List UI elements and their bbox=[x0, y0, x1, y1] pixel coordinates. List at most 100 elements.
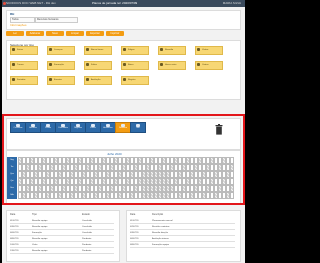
tile-icon bbox=[12, 63, 15, 66]
type-tile[interactable]: Avaliação bbox=[84, 76, 112, 85]
tile-label: Folgas bbox=[128, 49, 135, 51]
table-row[interactable]: 08/07/20 Formação equipa bbox=[130, 243, 235, 248]
table-row[interactable]: 06/07/20 Avaliação interna bbox=[130, 237, 235, 242]
tab-label: Faltas bbox=[90, 127, 96, 129]
col-header: Data bbox=[130, 213, 136, 216]
table-cell: Concluído bbox=[82, 232, 92, 234]
calendar-row-label: Sex bbox=[7, 185, 17, 192]
calendar-cell[interactable] bbox=[230, 192, 234, 199]
tile-label: Formação bbox=[54, 64, 64, 66]
tab[interactable]: Horários bbox=[25, 122, 41, 133]
tile-icon bbox=[197, 63, 200, 66]
add-button[interactable]: Adicionar bbox=[26, 31, 44, 36]
type-tile[interactable]: Turnos bbox=[10, 61, 38, 70]
tile-label: Turnos bbox=[17, 64, 24, 66]
tile-label: Horas extra bbox=[165, 64, 177, 66]
tab[interactable]: Registos bbox=[70, 122, 86, 133]
tab-label: Horários bbox=[29, 127, 37, 129]
calendar-row-label: Ter bbox=[7, 164, 17, 171]
tab[interactable]: Ausências bbox=[100, 122, 116, 133]
tab-label: Contratos bbox=[13, 127, 23, 129]
tile-icon bbox=[86, 48, 89, 51]
type-tile[interactable]: Eventos bbox=[47, 76, 75, 85]
tab[interactable]: Sair bbox=[130, 122, 146, 133]
tile-label: Férias bbox=[17, 49, 24, 51]
type-tile[interactable]: Faltas bbox=[84, 61, 112, 70]
table-cell: 03/07/20 bbox=[10, 226, 19, 228]
table-row[interactable]: 13/07/20 Reunião equipa Pendente bbox=[10, 249, 114, 254]
tile-icon bbox=[86, 63, 89, 66]
filters-panel: RH Todos Recursos humanos Informações bbox=[6, 10, 241, 30]
read-button[interactable]: Ler bbox=[6, 31, 24, 36]
table-cell: Reunião equipa bbox=[32, 220, 48, 222]
table-row[interactable]: 06/07/20 Formação Concluído bbox=[10, 231, 114, 236]
type-tile[interactable]: Banco horas bbox=[84, 46, 112, 55]
table-row[interactable]: 03/07/20 Reunião direção bbox=[130, 231, 235, 236]
tab-label: Sair bbox=[136, 127, 140, 129]
tile-label: Feriados bbox=[17, 79, 26, 81]
table-row[interactable]: 03/07/20 Reunião equipa Concluído bbox=[10, 225, 114, 230]
type-tile[interactable]: Registo bbox=[121, 76, 149, 85]
table-row[interactable]: 10/07/20 Visita Pendente bbox=[10, 243, 114, 248]
links-title: Informações bbox=[10, 23, 27, 27]
type-tile[interactable]: Feriados bbox=[10, 76, 38, 85]
top-bar: SCODOCS DOC WEB NET - RH dev Planos de j… bbox=[2, 0, 245, 7]
type-tile[interactable]: Horas extra bbox=[158, 61, 186, 70]
new-button[interactable]: Novo bbox=[46, 31, 64, 36]
tile-icon bbox=[160, 63, 163, 66]
calendar-cell[interactable] bbox=[230, 164, 234, 171]
print-button[interactable]: Imprimir bbox=[106, 31, 124, 36]
type-tile[interactable]: Formação bbox=[47, 61, 75, 70]
clear-button[interactable]: Limpar bbox=[66, 31, 84, 36]
export-button[interactable]: Exportar bbox=[86, 31, 104, 36]
table-row[interactable]: 08/07/20 Reunião equipa Pendente bbox=[10, 237, 114, 242]
table-row[interactable]: 02/07/20 Revisão contratos bbox=[130, 225, 235, 230]
type-tile[interactable]: Visitas bbox=[195, 46, 223, 55]
type-tile[interactable]: Férias bbox=[10, 46, 38, 55]
tab[interactable]: Planos bbox=[40, 122, 56, 133]
page-title: Planos de jornada ref. 2020/07/09 bbox=[92, 1, 138, 5]
tile-label: Outros bbox=[202, 64, 209, 66]
table-cell: Visita bbox=[32, 244, 38, 246]
tab[interactable]: Calendário bbox=[55, 122, 71, 133]
type-tile[interactable]: Licenças bbox=[47, 46, 75, 55]
section-title: RH bbox=[10, 12, 15, 16]
table-cell: 01/07/20 bbox=[130, 220, 139, 222]
tile-icon bbox=[12, 78, 15, 81]
calendar-row-label: Qui bbox=[7, 178, 17, 185]
table-cell: 03/07/20 bbox=[130, 232, 139, 234]
table-cell: 08/07/20 bbox=[10, 238, 19, 240]
calendar-nav[interactable]: Julho 2020 bbox=[107, 152, 122, 156]
area-field[interactable]: Recursos humanos bbox=[35, 17, 78, 23]
tile-icon bbox=[123, 63, 126, 66]
table-row[interactable]: 01/07/20 Reunião equipa Concluído bbox=[10, 219, 114, 224]
tile-icon bbox=[49, 48, 52, 51]
table-cell: Concluído bbox=[82, 220, 92, 222]
calendar-row-label: Sáb bbox=[7, 192, 17, 199]
breadcrumb: SCODOCS DOC WEB NET - RH dev bbox=[6, 1, 56, 5]
tile-icon bbox=[123, 78, 126, 81]
type-tile[interactable]: Baixa bbox=[121, 61, 149, 70]
table-cell: Planeamento mensal bbox=[152, 220, 173, 222]
table-cell: Pendente bbox=[82, 244, 92, 246]
app-page: SCODOCS DOC WEB NET - RH dev Planos de j… bbox=[2, 0, 245, 263]
calendar-cell[interactable] bbox=[230, 157, 234, 164]
table-cell: Avaliação interna bbox=[152, 238, 169, 240]
tab[interactable]: Contratos bbox=[10, 122, 26, 133]
table-cell: Reunião equipa bbox=[32, 226, 48, 228]
table-cell: 06/07/20 bbox=[10, 232, 19, 234]
tile-icon bbox=[49, 63, 52, 66]
tab[interactable]: Faltas bbox=[85, 122, 101, 133]
trash-icon[interactable] bbox=[215, 122, 223, 135]
notes-table: Data Descrição 01/07/20 Planeamento mensa… bbox=[126, 210, 241, 262]
table-row[interactable]: 01/07/20 Planeamento mensal bbox=[130, 219, 235, 224]
type-tile[interactable]: Outros bbox=[195, 61, 223, 70]
calendar-cell[interactable] bbox=[230, 171, 234, 178]
calendar-cell[interactable] bbox=[230, 178, 234, 185]
type-tile[interactable]: Folgas bbox=[121, 46, 149, 55]
type-tile[interactable]: Reunião bbox=[158, 46, 186, 55]
tab[interactable]: Relatório bbox=[115, 122, 131, 133]
calendar-cell[interactable] bbox=[230, 185, 234, 192]
tile-label: Baixa bbox=[128, 64, 134, 66]
user-menu[interactable]: MARIA SILVA bbox=[223, 1, 241, 5]
